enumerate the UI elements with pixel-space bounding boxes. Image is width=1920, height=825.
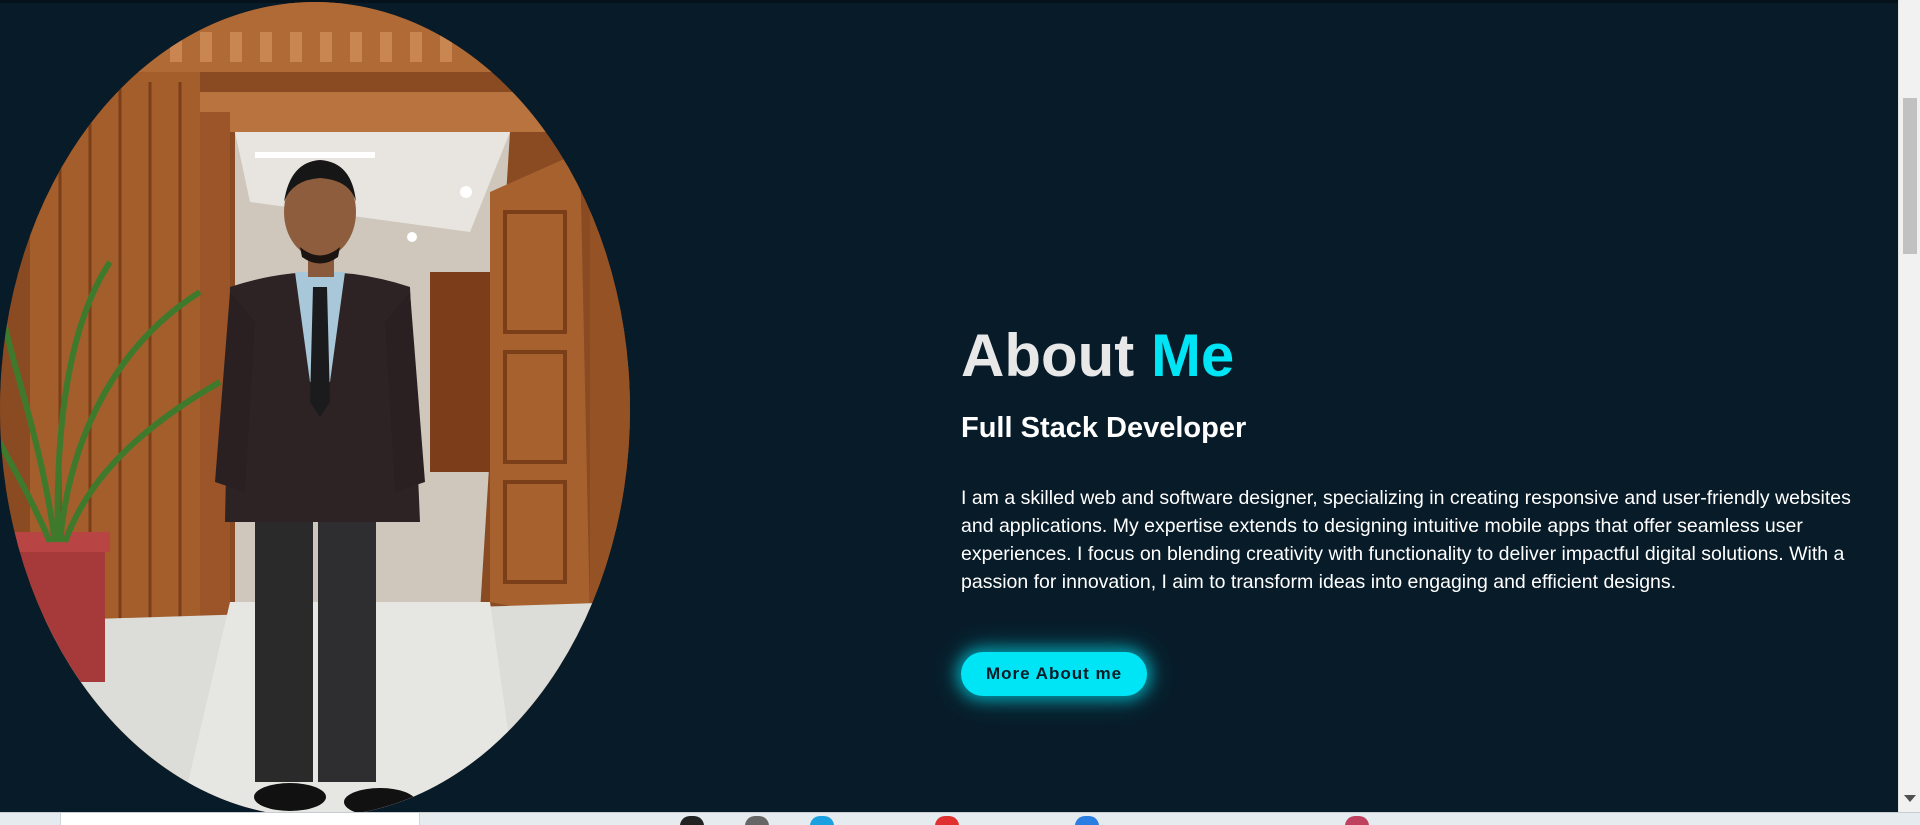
taskbar-app-icon[interactable]	[680, 816, 704, 825]
taskbar	[0, 812, 1920, 825]
about-section: About Me Full Stack Developer I am a ski…	[961, 318, 1881, 696]
top-border	[0, 0, 1898, 3]
vertical-scrollbar[interactable]	[1898, 0, 1920, 812]
taskbar-app-icon[interactable]	[810, 816, 834, 825]
taskbar-app-icon[interactable]	[745, 816, 769, 825]
taskbar-window-preview[interactable]	[60, 813, 420, 825]
taskbar-app-icon[interactable]	[935, 816, 959, 825]
profile-photo-illustration	[0, 2, 630, 817]
about-subtitle: Full Stack Developer	[961, 412, 1247, 444]
about-title-accent: Me	[1150, 322, 1235, 389]
profile-photo	[0, 2, 630, 817]
about-title: About Me	[961, 318, 1881, 394]
taskbar-app-icon[interactable]	[1075, 816, 1099, 825]
page: About Me Full Stack Developer I am a ski…	[0, 0, 1920, 825]
chevron-down-icon[interactable]	[1904, 795, 1916, 802]
about-description: I am a skilled web and software designer…	[961, 487, 1851, 593]
more-about-me-button[interactable]: More About me	[961, 652, 1147, 696]
taskbar-app-icon[interactable]	[1345, 816, 1369, 825]
about-title-main: About	[961, 322, 1151, 389]
scrollbar-thumb[interactable]	[1903, 98, 1917, 254]
